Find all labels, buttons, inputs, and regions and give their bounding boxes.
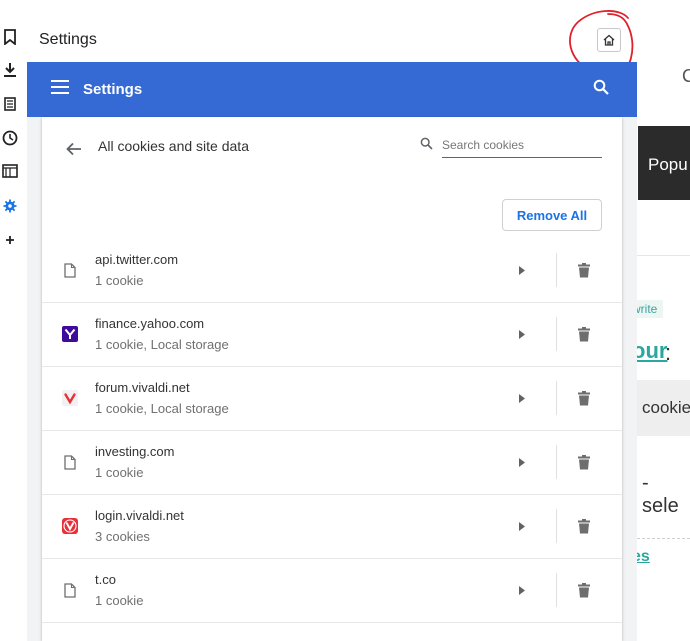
- settings-app-bar: Settings: [27, 62, 637, 117]
- bg-code-box: cookie: [632, 380, 690, 436]
- row-separator: [556, 445, 557, 479]
- back-button[interactable]: [62, 137, 86, 161]
- site-name: forum.vivaldi.net: [95, 380, 190, 395]
- cookies-header: All cookies and site data: [42, 117, 622, 181]
- chevron-right-icon[interactable]: [512, 323, 532, 345]
- list-item[interactable]: login.vivaldi.net 3 cookies: [42, 495, 622, 559]
- site-name: login.vivaldi.net: [95, 508, 184, 523]
- cookies-card: All cookies and site data Remove All api…: [42, 117, 622, 641]
- delete-icon[interactable]: [572, 258, 596, 282]
- bg-code-text: cookie: [642, 398, 690, 417]
- bg-dark-banner-text: Popu: [648, 155, 688, 174]
- app-bar-title: Settings: [83, 81, 143, 98]
- site-detail: 1 cookie: [95, 593, 144, 608]
- search-cookies-input[interactable]: [442, 133, 602, 158]
- row-separator: [556, 509, 557, 543]
- delete-icon[interactable]: [572, 514, 596, 538]
- site-name: t.co: [95, 572, 116, 587]
- remove-all-button[interactable]: Remove All: [502, 199, 602, 231]
- vertical-panel-toolbar: [0, 0, 28, 641]
- list-item[interactable]: investing.com 1 cookie: [42, 431, 622, 495]
- list-item[interactable]: api.twitter.com 1 cookie: [42, 239, 622, 303]
- row-separator: [556, 317, 557, 351]
- site-detail: 1 cookie: [95, 273, 144, 288]
- list-item[interactable]: forum.vivaldi.net 1 cookie, Local storag…: [42, 367, 622, 431]
- generic-page-icon: [62, 262, 78, 278]
- row-separator: [556, 253, 557, 287]
- bg-heading-fragment: C: [682, 66, 690, 86]
- generic-page-icon: [62, 454, 78, 470]
- chevron-right-icon[interactable]: [512, 515, 532, 537]
- downloads-icon[interactable]: [0, 59, 20, 81]
- site-name: finance.yahoo.com: [95, 316, 205, 331]
- panel-titlebar: Settings: [27, 0, 637, 76]
- site-detail: 3 cookies: [95, 529, 150, 544]
- site-list: api.twitter.com 1 cookie finance.yahoo.c…: [42, 239, 622, 623]
- history-icon[interactable]: [0, 127, 20, 149]
- site-detail: 1 cookie, Local storage: [95, 337, 229, 352]
- chevron-right-icon[interactable]: [512, 579, 532, 601]
- delete-icon[interactable]: [572, 578, 596, 602]
- bg-colon: :: [665, 340, 672, 365]
- chevron-right-icon[interactable]: [512, 387, 532, 409]
- row-separator: [556, 573, 557, 607]
- bg-text-fragment: - sele: [642, 472, 679, 517]
- settings-panel: Settings Settings All cookies and site d…: [27, 0, 637, 641]
- hamburger-menu-icon[interactable]: [51, 80, 69, 94]
- generic-page-icon: [62, 582, 78, 598]
- bg-dark-banner: Popu: [638, 126, 690, 200]
- bg-link[interactable]: our: [632, 338, 667, 364]
- chevron-right-icon[interactable]: [512, 259, 532, 281]
- settings-content: All cookies and site data Remove All api…: [27, 117, 637, 641]
- chevron-right-icon[interactable]: [512, 451, 532, 473]
- search-icon[interactable]: [593, 79, 609, 95]
- search-cookies-icon: [420, 137, 433, 150]
- list-item[interactable]: t.co 1 cookie: [42, 559, 622, 623]
- delete-icon[interactable]: [572, 450, 596, 474]
- delete-icon[interactable]: [572, 386, 596, 410]
- row-separator: [556, 381, 557, 415]
- vivaldi-favicon: [62, 518, 78, 534]
- vivaldi-favicon: [62, 390, 78, 406]
- site-detail: 1 cookie, Local storage: [95, 401, 229, 416]
- settings-gear-icon[interactable]: [0, 195, 20, 217]
- page-title: All cookies and site data: [98, 138, 249, 154]
- window-panel-icon[interactable]: [0, 160, 20, 182]
- notes-icon[interactable]: [0, 93, 20, 115]
- delete-icon[interactable]: [572, 322, 596, 346]
- list-item[interactable]: finance.yahoo.com 1 cookie, Local storag…: [42, 303, 622, 367]
- site-detail: 1 cookie: [95, 465, 144, 480]
- panel-title: Settings: [39, 31, 97, 48]
- yahoo-favicon: [62, 326, 78, 342]
- add-panel-icon[interactable]: [0, 229, 20, 251]
- bookmarks-icon[interactable]: [0, 26, 20, 48]
- arrow-back-icon: [66, 142, 81, 156]
- site-name: investing.com: [95, 444, 175, 459]
- site-name: api.twitter.com: [95, 252, 179, 267]
